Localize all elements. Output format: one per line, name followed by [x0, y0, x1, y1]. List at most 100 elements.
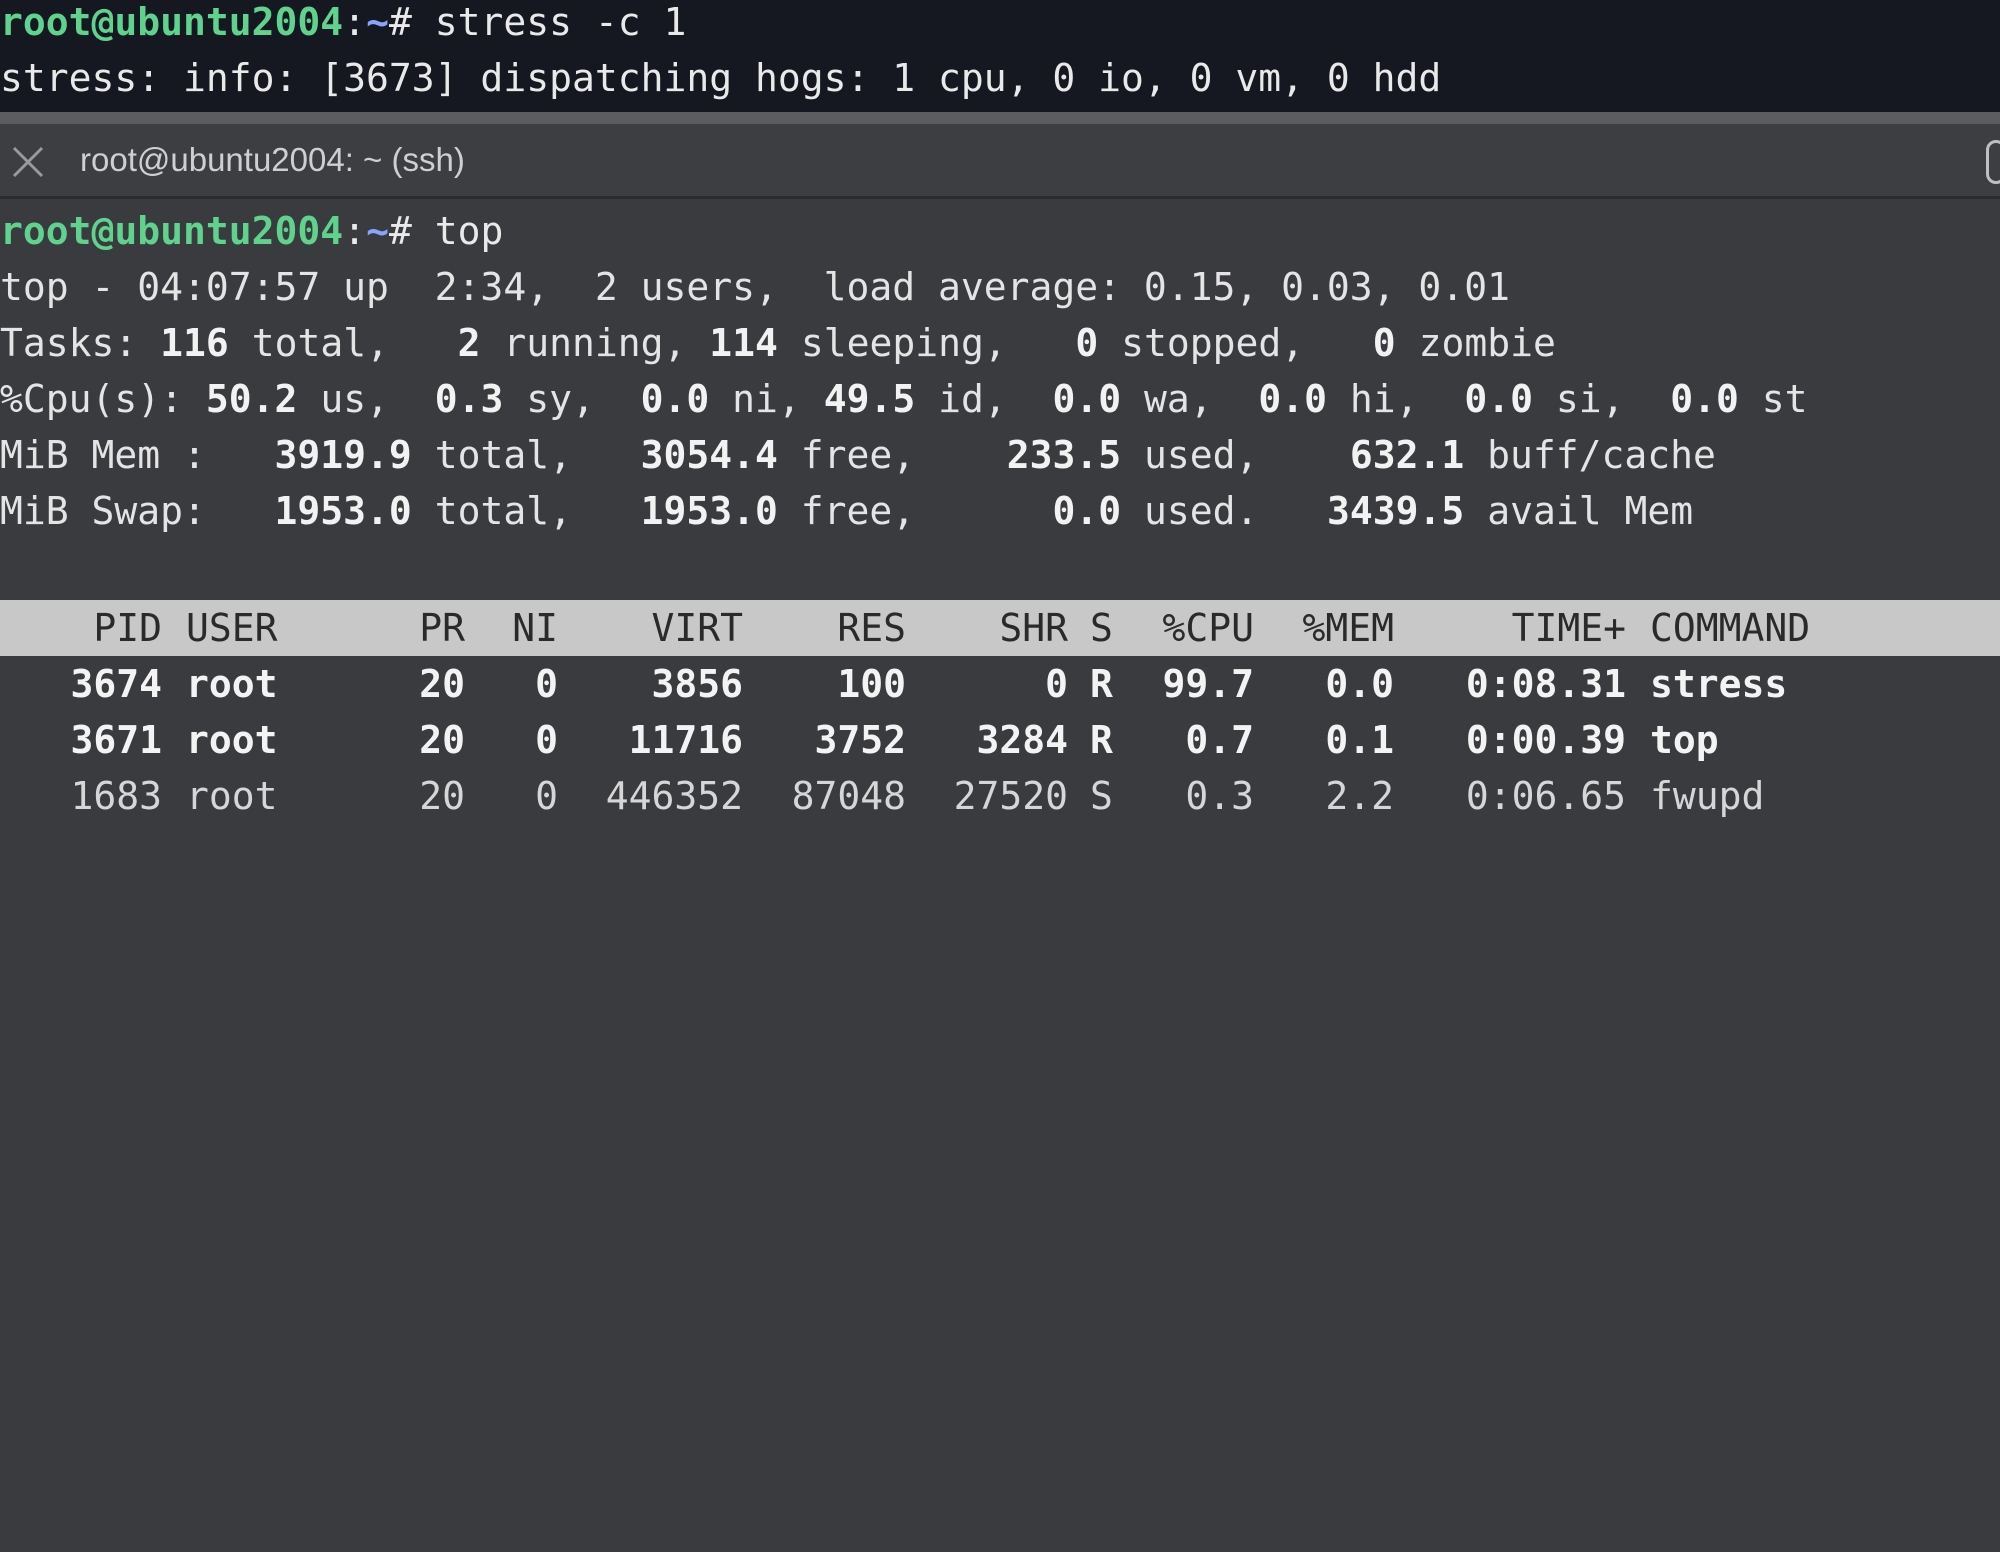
swap-avail-label: avail Mem	[1464, 489, 1694, 533]
tab-scroll-indicator	[1986, 140, 2000, 184]
header-pr: PR	[419, 606, 465, 650]
cpu-wa-label: wa,	[1121, 377, 1213, 421]
top-summary-line: top - 04:07:57 up 2:34, 2 users, load av…	[0, 265, 1510, 309]
cell-mem: 0.1	[1325, 718, 1394, 762]
stress-output-line: stress: info: [3673] dispatching hogs: 1…	[0, 56, 1442, 100]
cell-time: 0:00.39	[1465, 718, 1626, 762]
swap-avail: 3439.5	[1327, 489, 1465, 533]
cell-time: 0:06.65	[1465, 774, 1626, 818]
cell-cpu: 0.3	[1185, 774, 1254, 818]
upper-terminal-pane[interactable]: root@ubuntu2004:~# stress -c 1 stress: i…	[0, 0, 2000, 112]
header-state: S	[1090, 606, 1113, 650]
cell-command: fwupd	[1650, 774, 1765, 818]
cell-ni: 0	[535, 662, 558, 706]
cell-res: 100	[837, 662, 906, 706]
cell-pr: 20	[419, 662, 465, 706]
swap-total-label: total,	[411, 489, 572, 533]
cpu-sy: 0.3	[434, 377, 504, 421]
cpu-us: 50.2	[205, 377, 298, 421]
cell-user: root	[186, 718, 278, 762]
table-row[interactable]: 3671 root 20 0 11716 3752 3284 R 0.7 0.1…	[0, 712, 2000, 768]
tasks-zombie-label: zombie	[1395, 321, 1556, 365]
header-virt: VIRT	[651, 606, 743, 650]
swap-used-label: used.	[1121, 489, 1259, 533]
cell-pid: 3671	[70, 718, 162, 762]
tasks-sleeping-label: sleeping,	[777, 321, 1007, 365]
cpu-line: %Cpu(s): 50.2 us, 0.3 sy, 0.0 ni, 49.5 i…	[0, 371, 1808, 427]
cpu-si-label: si,	[1532, 377, 1625, 421]
table-row[interactable]: 3674 root 20 0 3856 100 0 R 99.7 0.0 0:0…	[0, 656, 2000, 712]
cell-pid: 1683	[70, 774, 162, 818]
cpu-hi-label: hi,	[1327, 377, 1419, 421]
prompt-user: root@ubuntu2004	[0, 209, 344, 253]
tab-title[interactable]: root@ubuntu2004: ~ (ssh)	[80, 136, 465, 184]
tasks-running-label: running,	[480, 321, 687, 365]
mem-line: MiB Mem : 3919.9 total, 3054.4 free, 233…	[0, 427, 1716, 483]
swap-free-label: free,	[777, 489, 916, 533]
pane-divider[interactable]	[0, 112, 2000, 124]
tasks-stopped: 0	[1075, 321, 1099, 365]
prompt-separator: :	[343, 0, 367, 44]
mem-total-label: total,	[411, 433, 572, 477]
process-table-header: PID USER PR NI VIRT RES SHR S %CPU %MEM …	[0, 600, 2000, 656]
ssh-tab-bar[interactable]: root@ubuntu2004: ~ (ssh)	[0, 124, 2000, 199]
mem-used-label: used,	[1121, 433, 1259, 477]
cell-command: stress	[1650, 662, 1788, 706]
cell-mem: 2.2	[1325, 774, 1394, 818]
cpu-wa: 0.0	[1052, 377, 1122, 421]
cpu-id: 49.5	[823, 377, 916, 421]
header-pid: PID	[93, 606, 162, 650]
cpu-st-label: st	[1738, 377, 1808, 421]
mem-used: 233.5	[1006, 433, 1122, 477]
cell-res: 3752	[814, 718, 906, 762]
header-cpu: %CPU	[1162, 606, 1254, 650]
cell-user: root	[186, 662, 278, 706]
cell-shr: 0	[1045, 662, 1068, 706]
cell-state: R	[1090, 662, 1113, 706]
tasks-zombie: 0	[1372, 321, 1396, 365]
tasks-running: 2	[457, 321, 481, 365]
tasks-line: Tasks: 116 total, 2 running, 114 sleepin…	[0, 315, 1556, 371]
cpu-sy-label: sy,	[503, 377, 595, 421]
command-text: top	[411, 209, 504, 253]
mem-buff-label: buff/cache	[1464, 433, 1716, 477]
cell-ni: 0	[535, 774, 558, 818]
close-icon[interactable]	[8, 142, 48, 182]
cell-shr: 27520	[953, 774, 1068, 818]
header-ni: NI	[512, 606, 558, 650]
cell-state: S	[1090, 774, 1113, 818]
cpu-hi: 0.0	[1258, 377, 1328, 421]
tasks-total: 116	[160, 321, 229, 365]
mem-free: 3054.4	[640, 433, 778, 477]
cell-shr: 3284	[976, 718, 1068, 762]
swap-line: MiB Swap: 1953.0 total, 1953.0 free, 0.0…	[0, 483, 1693, 539]
header-user: USER	[186, 606, 278, 650]
cell-virt: 11716	[628, 718, 743, 762]
mem-total: 3919.9	[274, 433, 412, 477]
cell-command: top	[1650, 718, 1719, 762]
cell-cpu: 0.7	[1185, 718, 1254, 762]
swap-label: MiB Swap:	[0, 489, 206, 533]
lower-terminal-pane[interactable]: root@ubuntu2004:~# top top - 04:07:57 up…	[0, 199, 2000, 823]
prompt-symbol: #	[388, 0, 412, 44]
cpu-label: %Cpu(s):	[0, 377, 184, 421]
cell-ni: 0	[535, 718, 558, 762]
tasks-total-label: total,	[228, 321, 389, 365]
tasks-sleeping: 114	[709, 321, 778, 365]
table-row[interactable]: 1683 root 20 0 446352 87048 27520 S 0.3 …	[0, 768, 2000, 824]
header-shr: SHR	[999, 606, 1068, 650]
cell-state: R	[1090, 718, 1113, 762]
tasks-label: Tasks:	[0, 321, 138, 365]
cell-pr: 20	[419, 718, 465, 762]
mem-free-label: free,	[777, 433, 916, 477]
mem-label: MiB Mem :	[0, 433, 206, 477]
swap-total: 1953.0	[274, 489, 412, 533]
header-mem: %MEM	[1302, 606, 1394, 650]
cell-pr: 20	[419, 774, 465, 818]
prompt-separator: :	[343, 209, 367, 253]
prompt-path: ~	[366, 0, 389, 44]
swap-free: 1953.0	[640, 489, 778, 533]
lower-prompt-line: root@ubuntu2004:~# top	[0, 203, 503, 259]
cpu-us-label: us,	[297, 377, 389, 421]
swap-used: 0.0	[1052, 489, 1122, 533]
